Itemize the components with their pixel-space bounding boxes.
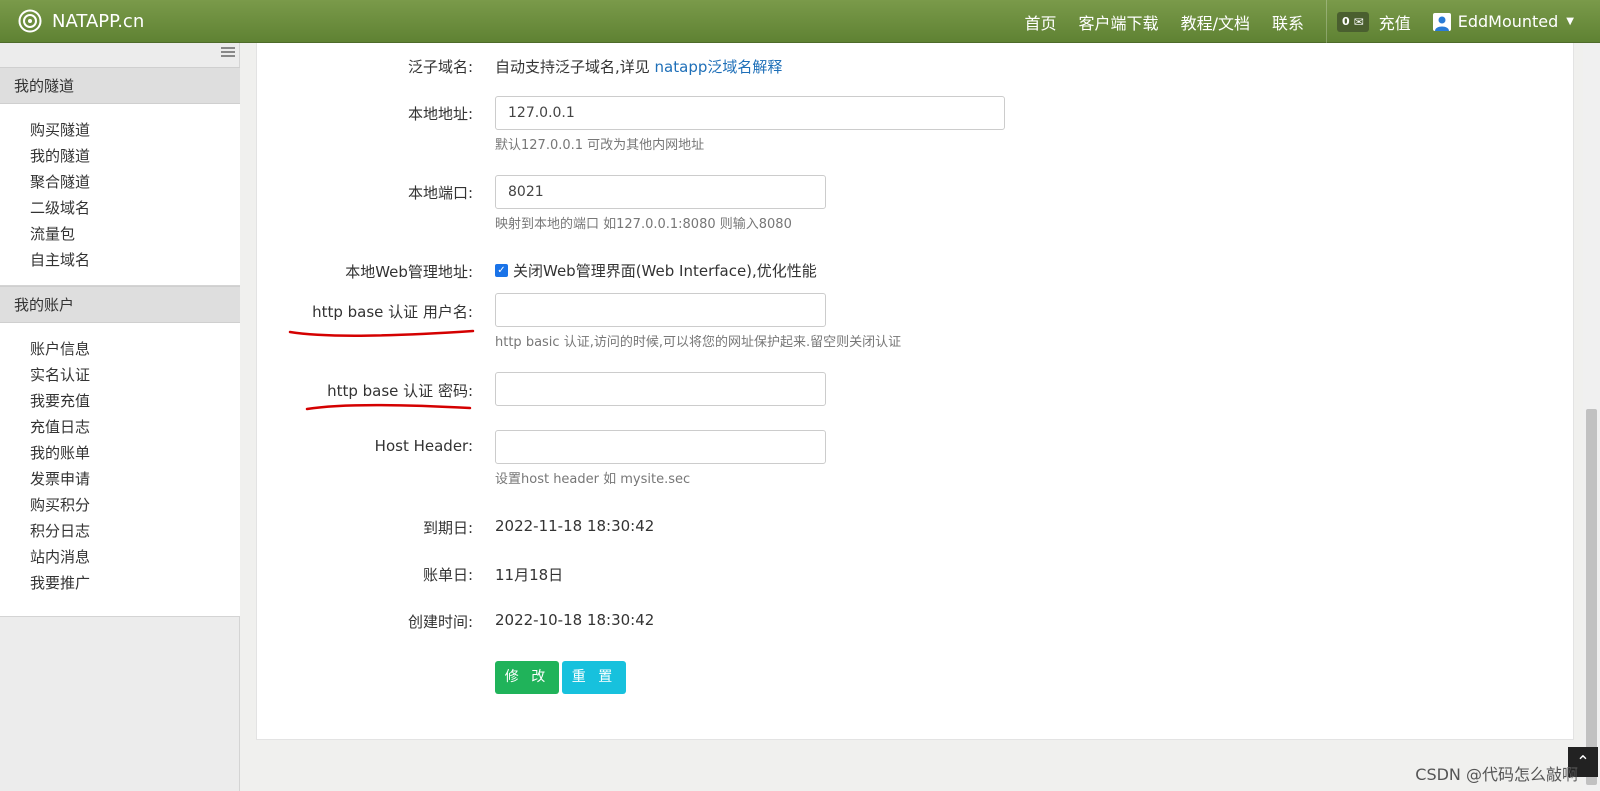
sidebar-section-account: 我的账户	[0, 286, 240, 323]
logo-text: NATAPP.cn	[52, 10, 145, 32]
sidebar-item-subdomain[interactable]: 二级域名	[0, 195, 240, 221]
nav-contact[interactable]: 联系	[1272, 10, 1304, 34]
sidebar-item-points-log[interactable]: 积分日志	[0, 518, 240, 544]
local-port-label: 本地端口:	[407, 184, 473, 202]
expire-label: 到期日:	[422, 519, 473, 537]
local-addr-help: 默认127.0.0.1 可改为其他内网地址	[495, 138, 705, 153]
annotation-underline-password	[305, 403, 472, 411]
sidebar-item-buy-tunnel[interactable]: 购买隧道	[0, 117, 240, 143]
tunnel-config-form: 泛子域名: 自动支持泛子域名,详见 natapp泛域名解释 本地地址: 127.…	[256, 43, 1574, 740]
nav-home[interactable]: 首页	[1025, 10, 1057, 34]
auth-user-label: http base 认证 用户名:	[312, 303, 473, 321]
mail-icon: ✉	[1353, 14, 1364, 29]
local-addr-label: 本地地址:	[407, 105, 473, 123]
sidebar-toggle-icon[interactable]	[221, 47, 235, 57]
wildcard-help-link[interactable]: natapp泛域名解释	[655, 58, 783, 76]
auth-pass-input[interactable]	[495, 372, 826, 406]
sidebar-item-verify[interactable]: 实名认证	[0, 362, 240, 388]
sidebar-item-aggregate-tunnel[interactable]: 聚合隧道	[0, 169, 240, 195]
host-header-input[interactable]	[495, 430, 826, 464]
sidebar-section-tunnels: 我的隧道	[0, 67, 240, 104]
expire-value: 2022-11-18 18:30:42	[495, 517, 655, 535]
sidebar-item-invoice[interactable]: 发票申请	[0, 466, 240, 492]
sidebar-item-recharge-log[interactable]: 充值日志	[0, 414, 240, 440]
watermark: CSDN @代码怎么敲啊	[1415, 765, 1578, 784]
bill-day-label: 账单日:	[422, 566, 473, 584]
logo-icon	[18, 9, 42, 33]
nav-docs[interactable]: 教程/文档	[1181, 10, 1250, 34]
reset-button[interactable]: 重 置	[562, 661, 626, 694]
checkbox-checked-icon[interactable]: ✓	[495, 264, 508, 277]
local-addr-input[interactable]: 127.0.0.1	[495, 96, 1005, 130]
submit-button[interactable]: 修 改	[495, 661, 559, 694]
host-header-label: Host Header:	[374, 437, 473, 455]
created-value: 2022-10-18 18:30:42	[495, 611, 655, 629]
caret-down-icon: ▼	[1566, 16, 1574, 27]
sidebar-item-my-tunnel[interactable]: 我的隧道	[0, 143, 240, 169]
sidebar-item-recharge[interactable]: 我要充值	[0, 388, 240, 414]
local-port-input[interactable]: 8021	[495, 175, 826, 209]
auth-pass-label: http base 认证 密码:	[327, 382, 473, 400]
sidebar-item-buy-points[interactable]: 购买积分	[0, 492, 240, 518]
message-badge[interactable]: 0 ✉	[1336, 11, 1369, 32]
sidebar-item-traffic[interactable]: 流量包	[0, 221, 240, 247]
bill-day-value: 11月18日	[495, 566, 564, 584]
nav-download[interactable]: 客户端下载	[1079, 10, 1159, 34]
top-nav: 首页 客户端下载 教程/文档 联系 0 ✉ 充值 EddMounted ▼	[1025, 0, 1600, 43]
wildcard-label: 泛子域名:	[407, 58, 473, 76]
nav-divider	[1325, 0, 1327, 43]
username: EddMounted	[1457, 12, 1559, 31]
sidebar-item-bills[interactable]: 我的账单	[0, 440, 240, 466]
sidebar-item-messages[interactable]: 站内消息	[0, 544, 240, 570]
web-admin-checkbox-row[interactable]: ✓ 关闭Web管理界面(Web Interface),优化性能	[495, 260, 817, 281]
created-label: 创建时间:	[407, 613, 473, 631]
auth-user-input[interactable]	[495, 293, 826, 327]
page-scrollbar[interactable]	[1583, 43, 1600, 791]
web-admin-checkbox-label: 关闭Web管理界面(Web Interface),优化性能	[513, 262, 817, 280]
sidebar-tunnel-list: 购买隧道 我的隧道 聚合隧道 二级域名 流量包 自主域名	[0, 104, 240, 286]
wildcard-text: 自动支持泛子域名,详见	[495, 58, 655, 76]
sidebar-item-promote[interactable]: 我要推广	[0, 570, 240, 596]
user-avatar-icon	[1432, 12, 1451, 31]
scrollbar-thumb[interactable]	[1586, 409, 1597, 785]
sidebar-item-account-info[interactable]: 账户信息	[0, 336, 240, 362]
web-admin-label: 本地Web管理地址:	[345, 263, 473, 281]
sidebar-item-custom-domain[interactable]: 自主域名	[0, 247, 240, 273]
nav-recharge[interactable]: 充值	[1379, 10, 1411, 34]
wildcard-value: 自动支持泛子域名,详见 natapp泛域名解释	[495, 56, 782, 77]
auth-user-help: http basic 认证,访问的时候,可以将您的网址保护起来.留空则关闭认证	[495, 335, 902, 350]
site-logo[interactable]: NATAPP.cn	[18, 7, 144, 35]
sidebar: 我的隧道 购买隧道 我的隧道 聚合隧道 二级域名 流量包 自主域名 我的账户 账…	[0, 43, 240, 791]
user-menu[interactable]: EddMounted ▼	[1432, 12, 1574, 31]
sidebar-account-list: 账户信息 实名认证 我要充值 充值日志 我的账单 发票申请 购买积分 积分日志 …	[0, 323, 240, 617]
annotation-underline-username	[288, 329, 475, 337]
host-header-help: 设置host header 如 mysite.sec	[495, 472, 691, 487]
message-count: 0	[1341, 15, 1350, 28]
top-navbar: NATAPP.cn 首页 客户端下载 教程/文档 联系 0 ✉ 充值 EddMo…	[0, 0, 1600, 43]
local-port-help: 映射到本地的端口 如127.0.0.1:8080 则输入8080	[495, 217, 792, 232]
